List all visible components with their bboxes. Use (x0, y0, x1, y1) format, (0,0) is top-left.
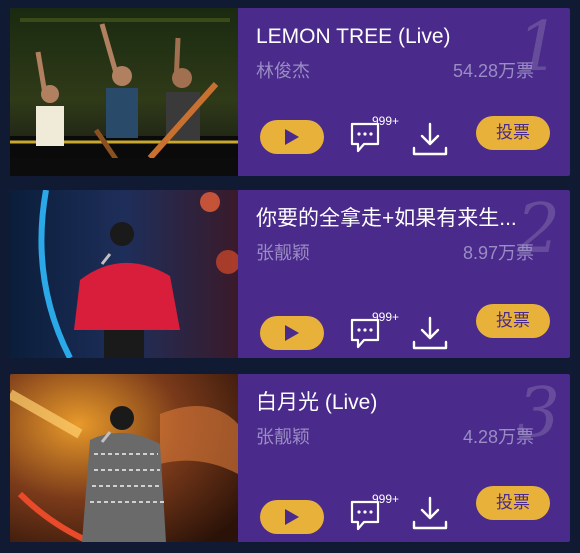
download-icon (412, 316, 448, 350)
song-card-2[interactable]: 2 你要的全拿走+如果有来生... 张靓颖 8.97万票 999+ 投票 (10, 190, 570, 358)
song-info-2: 2 你要的全拿走+如果有来生... 张靓颖 8.97万票 999+ 投票 (238, 190, 570, 358)
comment-count-badge: 999+ (372, 310, 400, 324)
play-icon (285, 129, 299, 145)
play-button[interactable] (260, 316, 324, 350)
vote-count: 54.28万票 (452, 61, 534, 81)
comment-button[interactable]: 999+ (348, 310, 399, 358)
artist-name[interactable]: 张靓颖 (256, 240, 310, 266)
song-ranking-list: 1 LEMON TREE (Live) 林俊杰 54.28万票 999+ 投票 … (0, 0, 580, 553)
song-info-3: 3 白月光 (Live) 张靓颖 4.28万票 999+ 投票 (238, 374, 570, 542)
comment-button[interactable]: 999+ (348, 492, 399, 542)
artist-name[interactable]: 张靓颖 (256, 424, 310, 450)
download-icon (412, 496, 448, 530)
song-thumbnail-2[interactable] (10, 190, 238, 358)
song-info-1: 1 LEMON TREE (Live) 林俊杰 54.28万票 999+ 投票 (238, 8, 570, 176)
vote-button[interactable]: 投票 (476, 304, 550, 338)
vote-count: 8.97万票 (462, 243, 534, 263)
play-button[interactable] (260, 120, 324, 154)
download-button[interactable] (410, 314, 450, 354)
download-button[interactable] (410, 120, 450, 160)
play-icon (285, 325, 299, 341)
vote-count: 4.28万票 (462, 427, 534, 447)
comment-button[interactable]: 999+ (348, 114, 399, 164)
vote-button[interactable]: 投票 (476, 116, 550, 150)
song-thumbnail-3[interactable] (10, 374, 238, 542)
song-thumbnail-1[interactable] (10, 8, 238, 176)
song-title[interactable]: 白月光 (Live) (256, 388, 546, 418)
play-button[interactable] (260, 500, 324, 534)
vote-button[interactable]: 投票 (476, 486, 550, 520)
comment-count-badge: 999+ (372, 492, 400, 506)
comment-count-badge: 999+ (372, 114, 400, 128)
song-title[interactable]: 你要的全拿走+如果有来生... (256, 204, 546, 234)
song-title[interactable]: LEMON TREE (Live) (256, 22, 546, 52)
artist-name[interactable]: 林俊杰 (256, 58, 310, 84)
song-card-1[interactable]: 1 LEMON TREE (Live) 林俊杰 54.28万票 999+ 投票 (10, 8, 570, 176)
song-card-3[interactable]: 3 白月光 (Live) 张靓颖 4.28万票 999+ 投票 (10, 374, 570, 542)
download-button[interactable] (410, 494, 450, 534)
download-icon (412, 122, 448, 156)
play-icon (285, 509, 299, 525)
